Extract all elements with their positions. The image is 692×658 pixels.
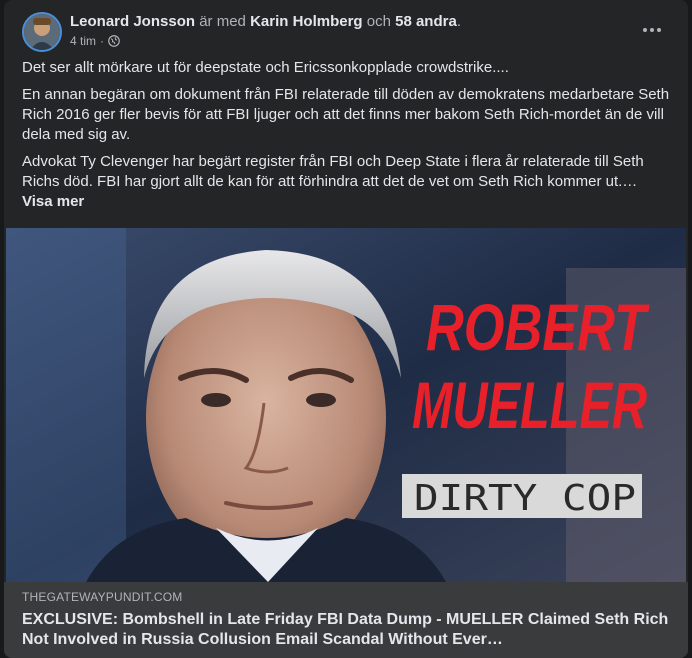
post-time[interactable]: 4 tim	[70, 34, 96, 48]
with-text: är med	[195, 13, 251, 30]
post-text: Det ser allt mörkare ut för deepstate oc…	[22, 58, 672, 212]
post-header: Leonard Jonsson är med Karin Holmberg oc…	[22, 12, 670, 56]
link-preview-image[interactable]: ROBERT MUELLER DIRTY COP	[6, 228, 686, 582]
globe-icon	[108, 35, 120, 47]
image-caption: DIRTY COP	[414, 478, 636, 519]
author-name[interactable]: Leonard Jonsson	[70, 13, 195, 30]
post-card: Leonard Jonsson är med Karin Holmberg oc…	[4, 0, 688, 658]
post-meta: 4 tim ·	[70, 34, 120, 48]
headline-line-1: ROBERT	[426, 290, 650, 364]
see-more-link[interactable]: Visa mer	[22, 192, 672, 212]
post-paragraph-2: En annan begäran om dokument från FBI re…	[22, 86, 670, 143]
avatar-image	[24, 14, 60, 50]
article-photo: ROBERT MUELLER DIRTY COP	[6, 228, 686, 582]
period-text: .	[456, 13, 461, 30]
tagged-person[interactable]: Karin Holmberg	[250, 13, 363, 30]
meta-separator: ·	[100, 34, 105, 48]
headline-line-2: MUELLER	[412, 368, 647, 442]
author-line: Leonard Jonsson är med Karin Holmberg oc…	[70, 13, 461, 30]
post-paragraph-1: Det ser allt mörkare ut för deepstate oc…	[22, 59, 509, 76]
post-paragraph-3: Advokat Ty Clevenger har begärt register…	[22, 153, 644, 190]
and-text: och	[362, 13, 396, 30]
others-link[interactable]: 58 andra	[395, 13, 457, 30]
avatar[interactable]	[22, 12, 62, 52]
link-domain: THEGATEWAYPUNDIT.COM	[22, 590, 183, 604]
link-preview[interactable]: THEGATEWAYPUNDIT.COM EXCLUSIVE: Bombshel…	[4, 582, 688, 658]
more-dot-icon	[643, 28, 647, 32]
more-options-button[interactable]	[634, 16, 670, 44]
link-title[interactable]: EXCLUSIVE: Bombshell in Late Friday FBI …	[22, 610, 672, 650]
more-dot-icon	[657, 28, 661, 32]
more-dot-icon	[650, 28, 654, 32]
